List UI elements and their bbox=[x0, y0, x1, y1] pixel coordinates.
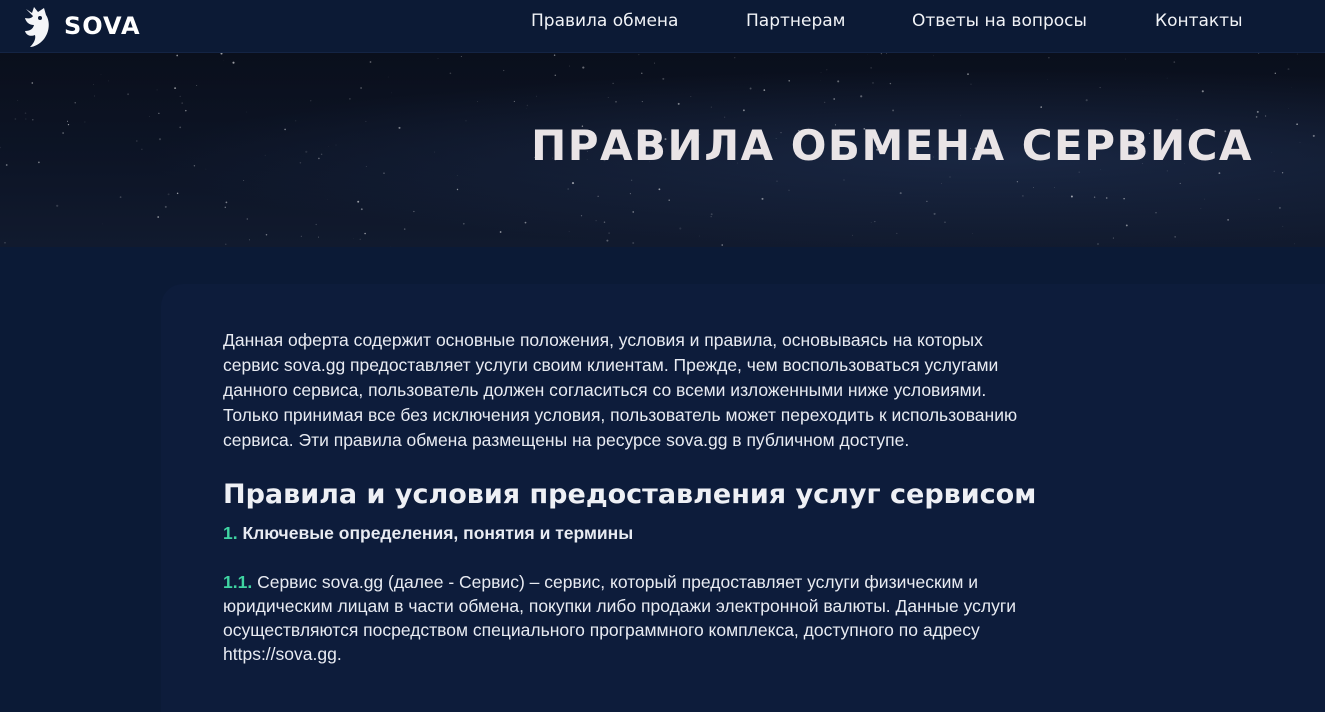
item-1-1-paragraph: 1.1. Сервис sova.gg (далее - Сервис) – с… bbox=[223, 570, 1023, 666]
rules-text: Данная оферта содержит основные положени… bbox=[223, 328, 1037, 666]
nav-contacts[interactable]: Контакты bbox=[1155, 11, 1243, 31]
page: SOVA Правила обмена Партнерам Ответы на … bbox=[0, 0, 1325, 712]
owl-logo-icon bbox=[25, 7, 49, 47]
nav-exchange-rules[interactable]: Правила обмена bbox=[531, 11, 678, 31]
item-1-number: 1. bbox=[223, 523, 238, 543]
intro-paragraph: Данная оферта содержит основные положени… bbox=[223, 330, 1018, 450]
item-1-1-number: 1.1. bbox=[223, 572, 253, 592]
header: SOVA Правила обмена Партнерам Ответы на … bbox=[0, 0, 1325, 53]
hero-banner: ПРАВИЛА ОБМЕНА СЕРВИСА bbox=[0, 53, 1325, 247]
page-title: ПРАВИЛА ОБМЕНА СЕРВИСА bbox=[531, 121, 1253, 170]
logo-text: SOVA bbox=[64, 12, 141, 40]
nav-partners[interactable]: Партнерам bbox=[746, 11, 846, 31]
item-1-1-text: Сервис sova.gg (далее - Сервис) – сервис… bbox=[223, 572, 1017, 664]
section-title: Правила и условия предоставления услуг с… bbox=[223, 479, 1037, 510]
nav-faq[interactable]: Ответы на вопросы bbox=[912, 11, 1087, 31]
item-1-heading: 1. Ключевые определения, понятия и терми… bbox=[223, 523, 1023, 544]
item-1-title: Ключевые определения, понятия и термины bbox=[242, 523, 634, 543]
logo[interactable]: SOVA bbox=[22, 3, 141, 49]
